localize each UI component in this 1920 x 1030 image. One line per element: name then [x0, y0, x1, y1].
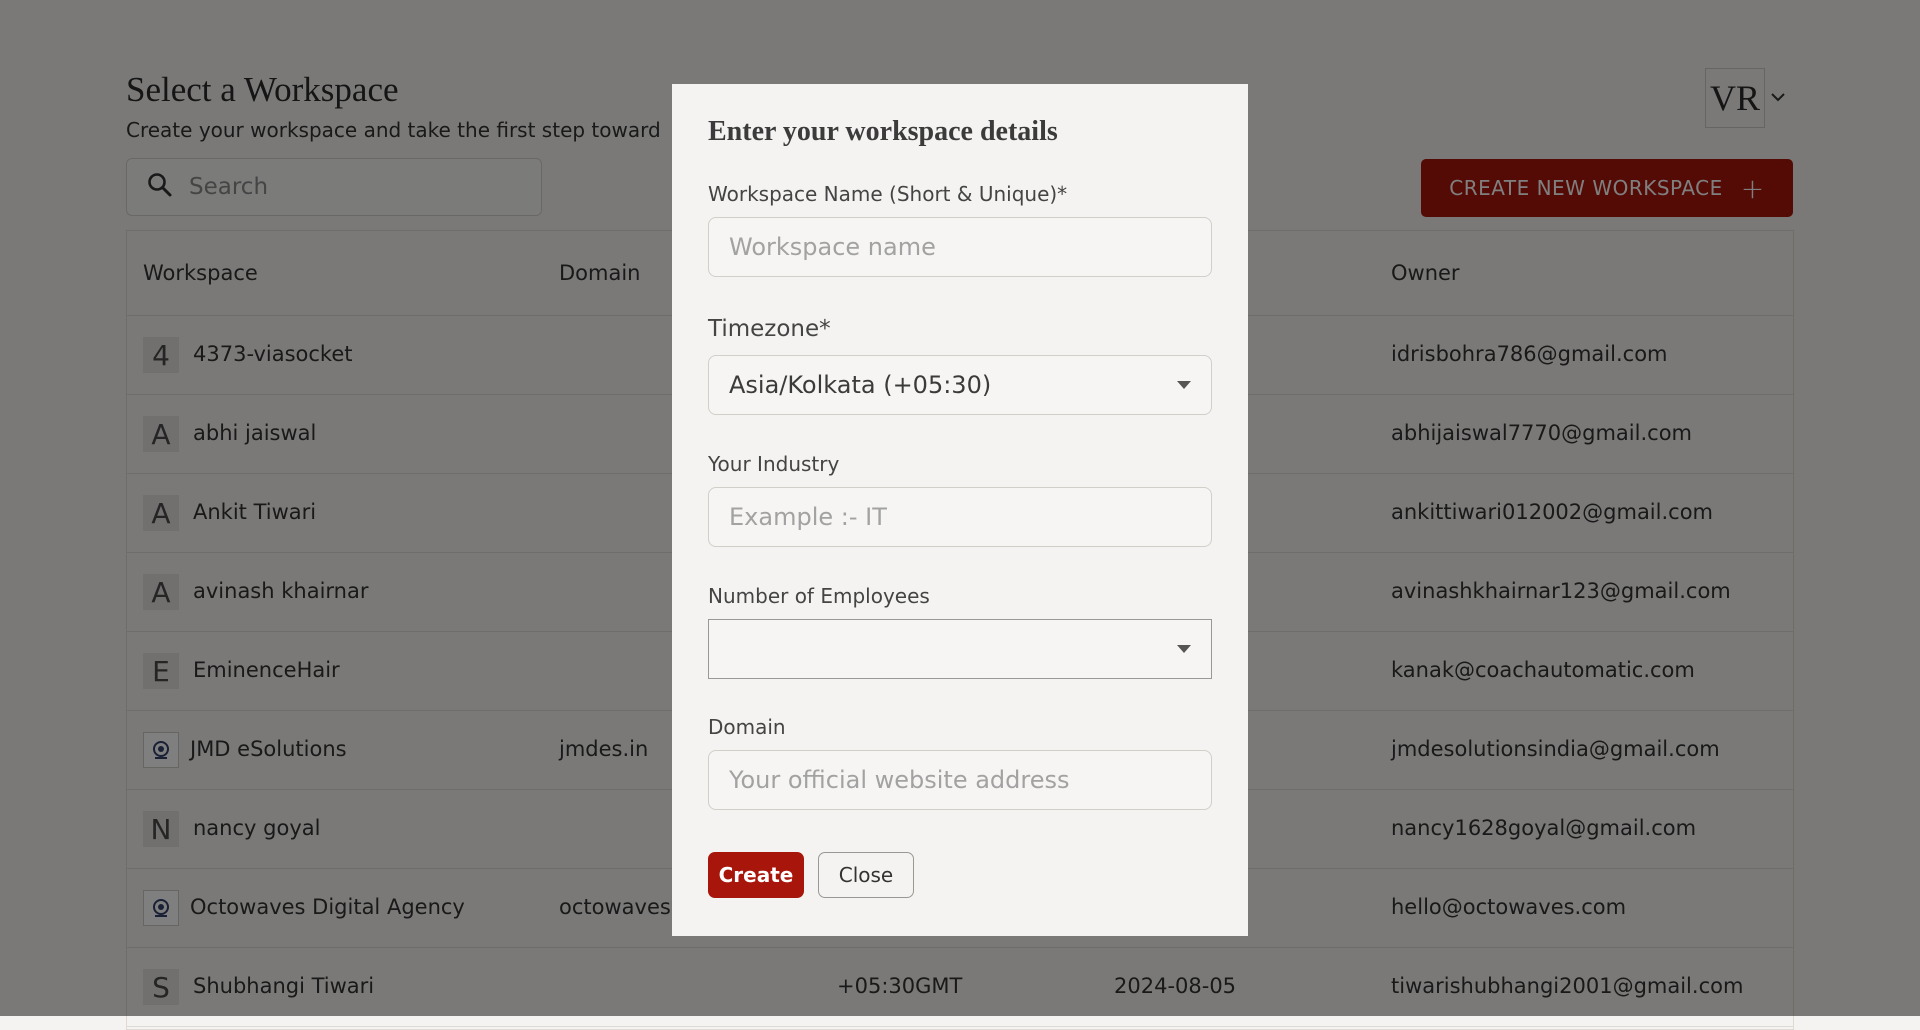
timezone-select[interactable]: Asia/Kolkata (+05:30) [708, 355, 1212, 415]
create-button[interactable]: Create [708, 852, 804, 898]
domain-label: Domain [708, 715, 786, 739]
timezone-label: Timezone* [708, 316, 831, 342]
modal-title: Enter your workspace details [708, 116, 1058, 147]
workspace-name-input[interactable] [708, 217, 1212, 277]
workspace-details-modal: Enter your workspace details Workspace N… [672, 84, 1248, 936]
caret-down-icon [1177, 381, 1191, 389]
close-button[interactable]: Close [818, 852, 914, 898]
workspace-name-label: Workspace Name (Short & Unique)* [708, 182, 1068, 206]
employees-select[interactable] [708, 619, 1212, 679]
industry-label: Your Industry [708, 452, 840, 476]
caret-down-icon [1177, 645, 1191, 653]
employees-label: Number of Employees [708, 584, 930, 608]
domain-input[interactable] [708, 750, 1212, 810]
timezone-value: Asia/Kolkata (+05:30) [729, 371, 992, 399]
industry-input[interactable] [708, 487, 1212, 547]
